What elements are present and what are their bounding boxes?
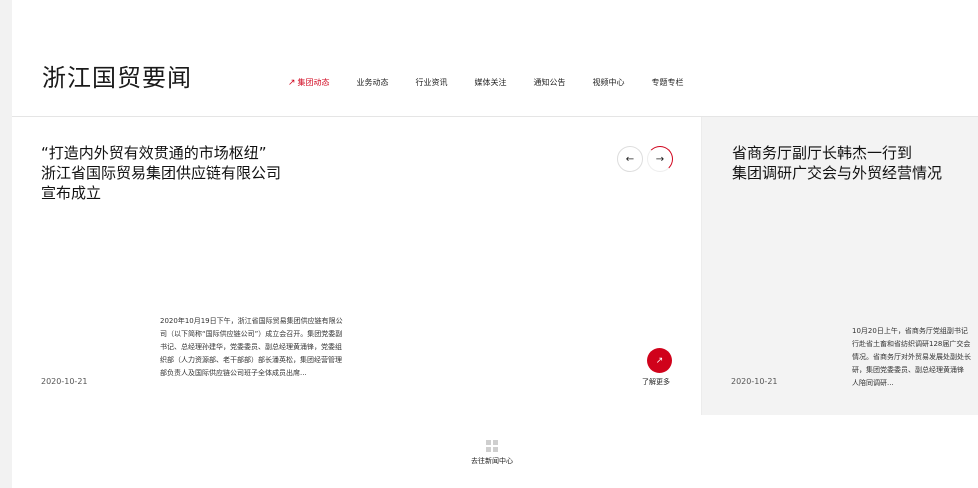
headline-line: “打造内外贸有效贯通的市场枢纽” bbox=[41, 144, 267, 162]
summary-line: 研，集团党委委员、副总经理黄涌锋 bbox=[852, 366, 964, 374]
read-more-button[interactable]: ↗ bbox=[647, 348, 672, 373]
tab-notices[interactable]: 通知公告 bbox=[534, 77, 566, 88]
summary-line: 人陪同调研... bbox=[852, 379, 894, 387]
headline-line: 省商务厅副厅长韩杰一行到 bbox=[732, 144, 913, 162]
grid-icon bbox=[486, 440, 498, 452]
prev-button[interactable]: ← bbox=[617, 146, 643, 172]
news-date: 2020-10-21 bbox=[731, 377, 778, 386]
arrow-right-icon: → bbox=[655, 153, 665, 165]
read-more-label[interactable]: 了解更多 bbox=[642, 377, 670, 387]
header: 浙江国贸要闻 ↗ 集团动态 业务动态 行业资讯 媒体关注 通知公告 视频中心 专题… bbox=[12, 0, 978, 117]
news-summary: 10月20日上午，省商务厅党组副书记 行赴省土畜和省纺织调研128届广交会 情况… bbox=[852, 325, 978, 390]
tab-group-news[interactable]: ↗ 集团动态 bbox=[288, 77, 330, 88]
news-carousel: “打造内外贸有效贯通的市场枢纽” 浙江省国际贸易集团供应链有限公司 宣布成立 ←… bbox=[12, 117, 978, 415]
tab-label: 集团动态 bbox=[297, 78, 330, 87]
section-nav: ↗ 集团动态 业务动态 行业资讯 媒体关注 通知公告 视频中心 专题专栏 bbox=[288, 77, 711, 88]
tab-media-focus[interactable]: 媒体关注 bbox=[475, 77, 507, 88]
arrow-left-icon: ← bbox=[625, 153, 635, 165]
page-title: 浙江国贸要闻 bbox=[42, 64, 192, 92]
tab-video-center[interactable]: 视频中心 bbox=[593, 77, 625, 88]
headline-line: 宣布成立 bbox=[41, 184, 102, 202]
news-date: 2020-10-21 bbox=[41, 377, 88, 386]
news-headline[interactable]: “打造内外贸有效贯通的市场枢纽” 浙江省国际贸易集团供应链有限公司 宣布成立 bbox=[41, 143, 321, 203]
headline-line: 集团调研广交会与外贸经营情况 bbox=[732, 164, 943, 182]
headline-line: 浙江省国际贸易集团供应链有限公司 bbox=[41, 164, 282, 182]
arrow-up-right-icon: ↗ bbox=[655, 355, 664, 366]
news-center-link[interactable]: 去往新闻中心 bbox=[467, 440, 517, 466]
news-card-main[interactable]: “打造内外贸有效贯通的市场枢纽” 浙江省国际贸易集团供应链有限公司 宣布成立 ←… bbox=[12, 117, 702, 415]
news-headline[interactable]: 省商务厅副厅长韩杰一行到 集团调研广交会与外贸经营情况 bbox=[732, 143, 978, 183]
summary-line: 行赴省土畜和省纺织调研128届广交会 bbox=[852, 340, 971, 348]
tab-special-topics[interactable]: 专题专栏 bbox=[652, 77, 684, 88]
news-summary: 2020年10月19日下午，浙江省国际贸易集团供应链有限公司（以下简称“国际供应… bbox=[160, 317, 343, 377]
tab-industry-info[interactable]: 行业资讯 bbox=[416, 77, 448, 88]
news-center-label: 去往新闻中心 bbox=[471, 457, 513, 465]
summary-line: 10月20日上午，省商务厅党组副书记 bbox=[852, 327, 968, 335]
arrow-up-right-icon: ↗ bbox=[288, 78, 296, 88]
page: 浙江国贸要闻 ↗ 集团动态 业务动态 行业资讯 媒体关注 通知公告 视频中心 专题… bbox=[12, 0, 978, 488]
next-button[interactable]: → bbox=[647, 146, 673, 172]
tab-business-news[interactable]: 业务动态 bbox=[357, 77, 389, 88]
news-card-next[interactable]: 省商务厅副厅长韩杰一行到 集团调研广交会与外贸经营情况 10月20日上午，省商务… bbox=[702, 117, 978, 415]
summary-line: 情况。省商务厅对外贸易发展处副处长 bbox=[852, 353, 971, 361]
